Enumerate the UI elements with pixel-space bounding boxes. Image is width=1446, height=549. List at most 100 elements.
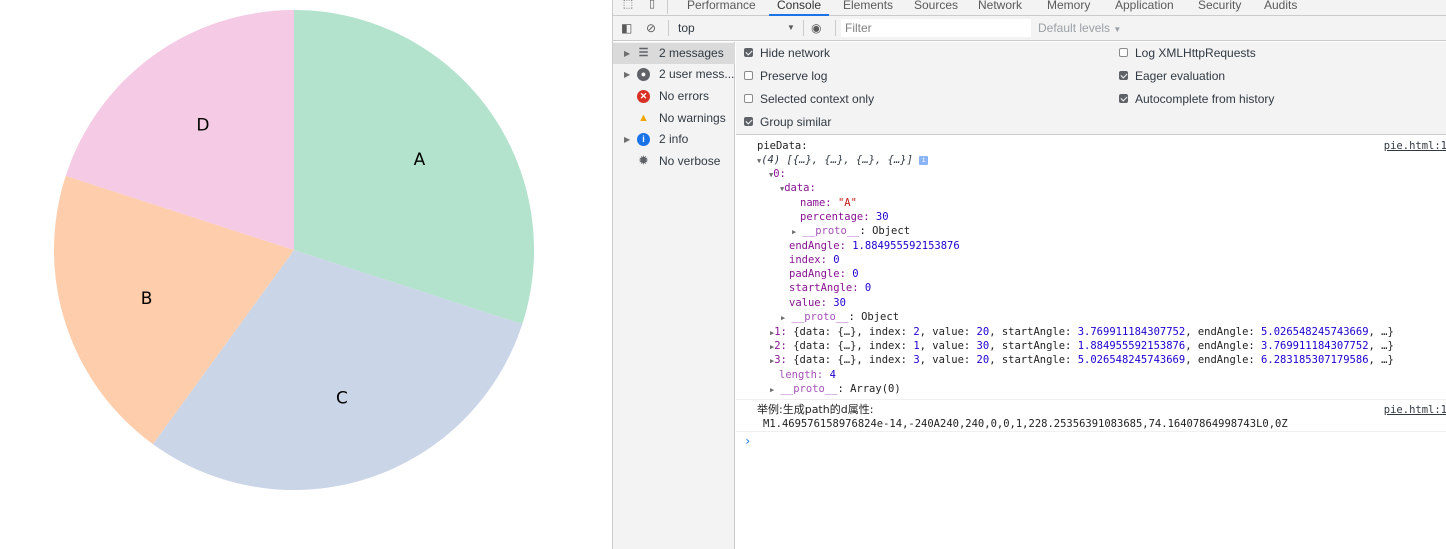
tab-network[interactable]: Network xyxy=(978,0,1022,15)
checkbox[interactable] xyxy=(1119,48,1128,57)
console-sidebar: ▶ ☰ 2 messages ▶ ● 2 user mess... ✕ No errors ▲ N… xyxy=(613,42,735,549)
checkbox[interactable] xyxy=(1119,94,1128,103)
proto-value: : Object xyxy=(848,311,900,323)
item-text: , endAngle: xyxy=(1185,354,1262,366)
endAngle-value: 1.884955592153876 xyxy=(852,240,960,252)
message-separator xyxy=(736,399,1446,400)
checkbox-label: Preserve log xyxy=(760,69,828,83)
item-text: , …} xyxy=(1368,340,1394,352)
tab-elements[interactable]: Elements xyxy=(843,0,893,15)
log-levels-dropdown[interactable]: Default levels ▼ xyxy=(1038,21,1121,35)
proto-value: : Array(0) xyxy=(837,383,901,395)
item-text: , startAngle: xyxy=(989,326,1078,338)
endAngle-key: endAngle: xyxy=(789,240,846,252)
startAngle-row: startAngle: 0 xyxy=(789,281,871,295)
log-message-label: 举例:生成path的d属性: xyxy=(757,403,874,416)
log-source-link[interactable]: pie.html:1 xyxy=(1384,139,1446,153)
pie-label-b: B xyxy=(141,289,153,309)
padAngle-value: 0 xyxy=(852,268,859,280)
checkbox[interactable] xyxy=(744,71,753,80)
clear-console-icon[interactable]: ⊘ xyxy=(646,21,656,35)
log-message-label: pieData: xyxy=(757,140,808,152)
triangle-collapsed-icon[interactable]: ▶ xyxy=(624,64,630,85)
padAngle-row: padAngle: 0 xyxy=(789,267,859,281)
proto-key: __proto__ xyxy=(802,225,860,237)
log-source-link[interactable]: pie.html:1 xyxy=(1384,403,1446,417)
percentage-row: percentage: 30 xyxy=(800,210,889,224)
checkbox[interactable] xyxy=(744,117,753,126)
tab-performance[interactable]: Performance xyxy=(687,0,756,15)
value-key: value: xyxy=(789,297,827,309)
chevron-down-icon: ▼ xyxy=(1113,25,1122,34)
collapsed-item-row[interactable]: ▶2: {data: {…}, index: 1, value: 30, sta… xyxy=(770,339,1394,353)
bug-icon: ✹ xyxy=(638,155,649,167)
proto-value: : Object xyxy=(859,225,911,237)
sidebar-item-error[interactable]: ✕ No errors xyxy=(613,86,735,107)
pie-chart-area: A C B D xyxy=(0,0,612,549)
data-proto-row[interactable]: ▶ __proto__: Object xyxy=(792,224,910,238)
tab-application[interactable]: Application xyxy=(1115,0,1174,15)
proto-key: __proto__ xyxy=(780,383,838,395)
info-badge-icon: i xyxy=(919,155,929,165)
sidebar-item-label: 2 user mess... xyxy=(659,67,735,81)
device-toolbar-icon[interactable]: ▯ xyxy=(645,0,659,11)
array-row[interactable]: ▼(4) [{…}, {…}, {…}, {…}] i xyxy=(757,153,929,167)
collapsed-item-row[interactable]: ▶1: {data: {…}, index: 2, value: 20, sta… xyxy=(770,325,1394,339)
item-text: , value: xyxy=(919,354,977,366)
index-value: 0 xyxy=(833,254,840,266)
sidebar-item-user[interactable]: ▶ ● 2 user mess... xyxy=(613,64,735,85)
sidebar-item-warning[interactable]: ▲ No warnings xyxy=(613,108,735,129)
checkbox-label: Selected context only xyxy=(760,92,875,106)
array-proto-row[interactable]: ▶ __proto__: Array(0) xyxy=(770,382,901,396)
context-selector[interactable]: top xyxy=(678,21,695,35)
tab-memory[interactable]: Memory xyxy=(1047,0,1090,15)
item-text: , value: xyxy=(919,326,977,338)
sidebar-item-list[interactable]: ▶ ☰ 2 messages xyxy=(613,43,735,64)
checkbox-label: Group similar xyxy=(760,115,832,129)
checkbox-label: Autocomplete from history xyxy=(1135,92,1275,106)
pie-label-c: C xyxy=(336,388,348,408)
item-key: 3: xyxy=(774,354,787,366)
tab-separator xyxy=(667,0,668,14)
item-text: {data: {…}, index: xyxy=(793,326,914,338)
context-dropdown-icon[interactable]: ▼ xyxy=(787,21,795,35)
item-0-row[interactable]: ▼0: xyxy=(769,167,786,181)
sidebar-item-info[interactable]: ▶ i 2 info xyxy=(613,129,735,150)
warning-icon: ▲ xyxy=(638,112,649,124)
data-row[interactable]: ▼data: xyxy=(780,181,816,195)
collapsed-item-row[interactable]: ▶3: {data: {…}, index: 3, value: 20, sta… xyxy=(770,353,1394,367)
checkbox[interactable] xyxy=(744,48,753,57)
item-text: {data: {…}, index: xyxy=(793,340,914,352)
tab-sources[interactable]: Sources xyxy=(914,0,958,15)
startAngle-value: 0 xyxy=(864,282,872,294)
sidebar-item-bug[interactable]: ✹ No verbose xyxy=(613,151,735,172)
item-key: 1: xyxy=(774,326,787,338)
item-number: 20 xyxy=(976,326,990,338)
item-number: 5.026548245743669 xyxy=(1261,326,1369,338)
triangle-collapsed-icon: ▶ xyxy=(792,228,797,236)
triangle-collapsed-icon[interactable]: ▶ xyxy=(624,43,630,64)
item-text: , startAngle: xyxy=(989,340,1078,352)
item-number: 5.026548245743669 xyxy=(1077,354,1186,366)
info-icon: i xyxy=(637,133,650,146)
console-prompt[interactable]: › xyxy=(744,434,751,448)
sidebar-toggle-icon[interactable]: ◧ xyxy=(621,21,632,35)
checkbox[interactable] xyxy=(744,94,753,103)
tab-security[interactable]: Security xyxy=(1198,0,1241,15)
inspect-element-icon[interactable]: ⬚ xyxy=(621,0,635,11)
percentage-value: 30 xyxy=(875,211,889,223)
proto-key: __proto__ xyxy=(791,311,849,323)
filter-input[interactable] xyxy=(841,19,1031,37)
item-summary: {data: {…}, index: 2, value: 20, startAn… xyxy=(793,326,1394,338)
checkbox[interactable] xyxy=(1119,71,1128,80)
triangle-collapsed-icon[interactable]: ▶ xyxy=(624,129,630,150)
item-text: , …} xyxy=(1368,326,1394,338)
tab-console[interactable]: Console xyxy=(769,0,830,16)
toolbar-separator xyxy=(835,20,836,36)
log-levels-label: Default levels xyxy=(1038,21,1111,35)
console-settings: Hide network Preserve log Selected context… xyxy=(736,42,1446,135)
tab-audits[interactable]: Audits xyxy=(1264,0,1297,15)
live-expression-eye-icon[interactable]: ◉ xyxy=(811,21,821,35)
item-proto-row[interactable]: ▶ __proto__: Object xyxy=(781,310,899,324)
length-value: 4 xyxy=(829,369,836,381)
